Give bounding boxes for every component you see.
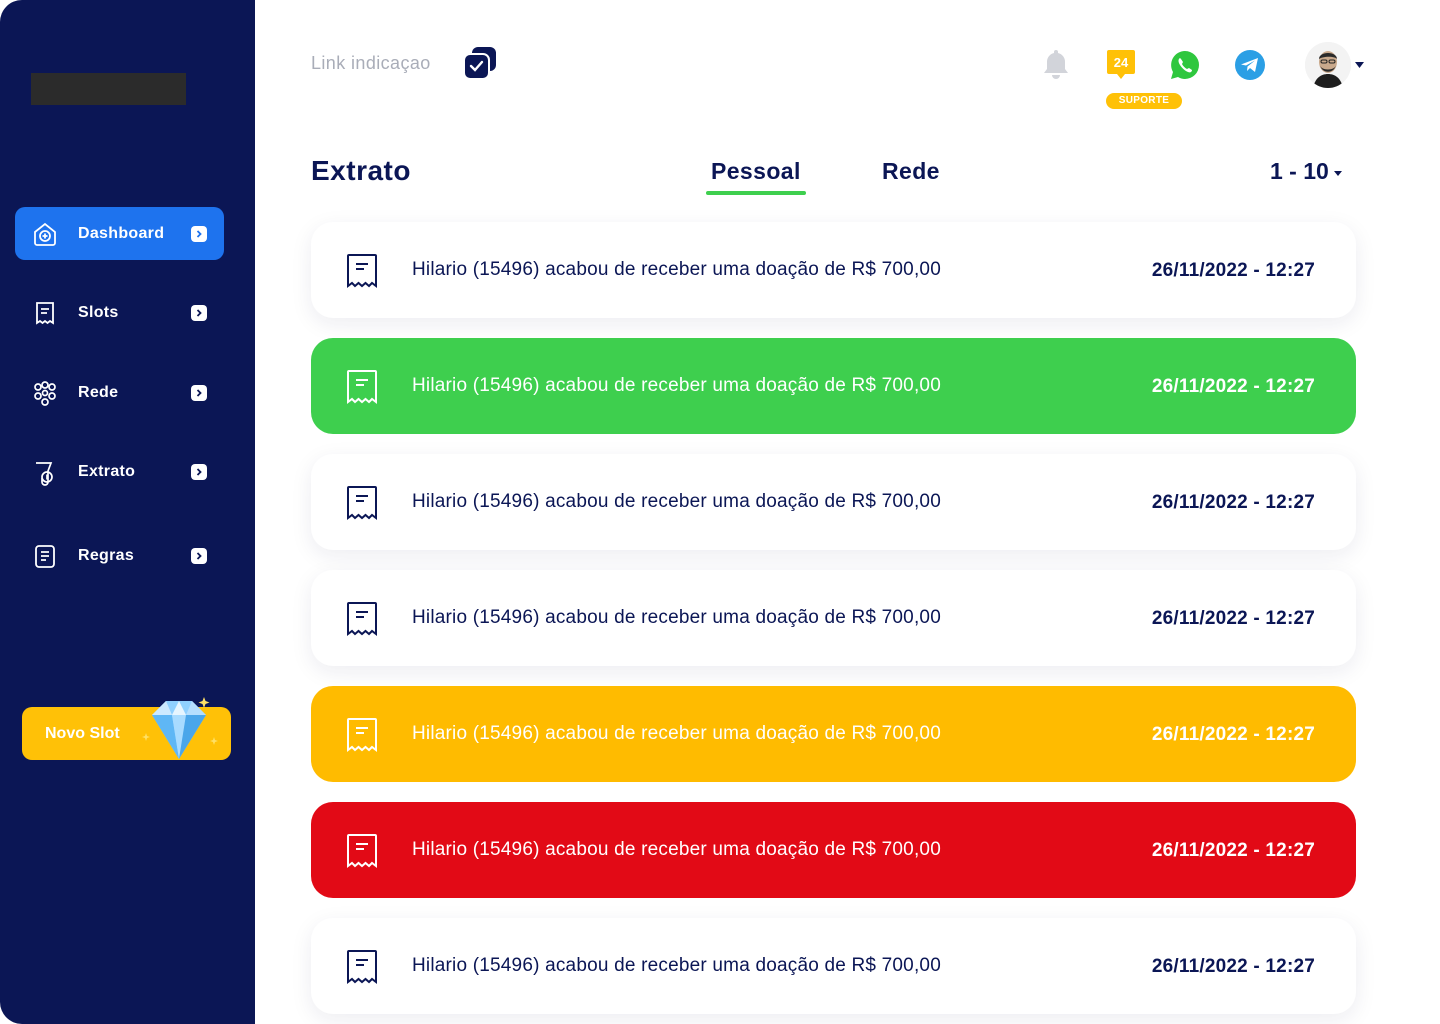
avatar[interactable] [1305,42,1351,88]
transaction-message: Hilario (15496) acabou de receber uma do… [412,955,941,976]
whatsapp-icon[interactable] [1170,50,1200,80]
transaction-row[interactable]: Hilario (15496) acabou de receber uma do… [311,686,1356,782]
chevron-right-icon [191,225,207,242]
transaction-row[interactable]: Hilario (15496) acabou de receber uma do… [311,338,1356,434]
transaction-message: Hilario (15496) acabou de receber uma do… [412,607,941,628]
receipt-icon [347,950,377,984]
document-icon [35,544,55,568]
app-window: Dashboard Slots Rede Extrato Regras Novo… [0,0,1440,1024]
transaction-date: 26/11/2022 - 12:27 [1151,376,1315,397]
tab-pessoal[interactable]: Pessoal [711,158,801,185]
transaction-date: 26/11/2022 - 12:27 [1151,956,1315,977]
sidebar-item-label: Dashboard [78,224,165,242]
receipt-icon [347,602,377,636]
transaction-message: Hilario (15496) acabou de receber uma do… [412,259,941,280]
sidebar-item-label: Slots [78,303,119,321]
copy-icon[interactable] [462,45,498,81]
sidebar-item-extrato[interactable]: Extrato [15,445,224,498]
sidebar-item-label: Extrato [78,462,136,480]
transaction-row[interactable]: Hilario (15496) acabou de receber uma do… [311,454,1356,550]
logo [31,73,186,105]
transaction-date: 26/11/2022 - 12:27 [1151,608,1315,629]
receipt-icon [347,718,377,752]
transaction-message: Hilario (15496) acabou de receber uma do… [412,375,941,396]
page-title: Extrato [311,155,411,186]
transaction-row[interactable]: Hilario (15496) acabou de receber uma do… [311,802,1356,898]
chevron-right-icon [191,547,207,564]
support-24h-icon[interactable]: 24 [1106,48,1136,82]
network-icon [34,380,56,406]
tab-rede[interactable]: Rede [882,158,940,185]
transaction-row[interactable]: Hilario (15496) acabou de receber uma do… [311,918,1356,1014]
sidebar: Dashboard Slots Rede Extrato Regras Novo… [0,0,255,1024]
transaction-message: Hilario (15496) acabou de receber uma do… [412,723,941,744]
sidebar-item-regras[interactable]: Regras [15,529,224,582]
transaction-row[interactable]: Hilario (15496) acabou de receber uma do… [311,222,1356,318]
transaction-date: 26/11/2022 - 12:27 [1151,840,1315,861]
receipt-icon [347,486,377,520]
novo-slot-button[interactable]: Novo Slot [22,697,231,760]
wallet-icon [36,461,53,486]
transaction-date: 26/11/2022 - 12:27 [1151,492,1315,513]
telegram-icon[interactable] [1234,49,1266,81]
receipt-icon [347,370,377,404]
bell-icon[interactable] [1042,48,1070,80]
transaction-row[interactable]: Hilario (15496) acabou de receber uma do… [311,570,1356,666]
support-badge[interactable]: SUPORTE [1106,93,1182,109]
user-avatar-icon [1305,42,1351,88]
active-tab-indicator [706,191,806,195]
receipt-icon [347,834,377,868]
novo-slot-label: Novo Slot [45,725,120,742]
chevron-right-icon [191,304,207,321]
sidebar-item-label: Rede [78,383,119,401]
transaction-message: Hilario (15496) acabou de receber uma do… [412,839,941,860]
transaction-date: 26/11/2022 - 12:27 [1151,724,1315,745]
transaction-date: 26/11/2022 - 12:27 [1151,260,1315,281]
sidebar-item-dashboard[interactable]: Dashboard [15,207,224,260]
home-icon [34,222,56,246]
referral-link-label: Link indicaçao [311,53,431,73]
pagination-selector[interactable]: 1 - 10 [1270,158,1329,185]
chevron-right-icon [191,463,207,480]
sidebar-item-label: Regras [78,546,135,564]
receipt-icon [36,301,54,325]
diamond-icon [142,697,218,759]
caret-down-icon[interactable] [1334,171,1342,176]
sidebar-item-rede[interactable]: Rede [15,366,224,419]
transaction-message: Hilario (15496) acabou de receber uma do… [412,491,941,512]
receipt-icon [347,254,377,288]
support-number: 24 [1114,55,1129,70]
chevron-right-icon [191,384,207,401]
sidebar-item-slots[interactable]: Slots [15,286,224,339]
caret-down-icon[interactable] [1355,62,1364,68]
